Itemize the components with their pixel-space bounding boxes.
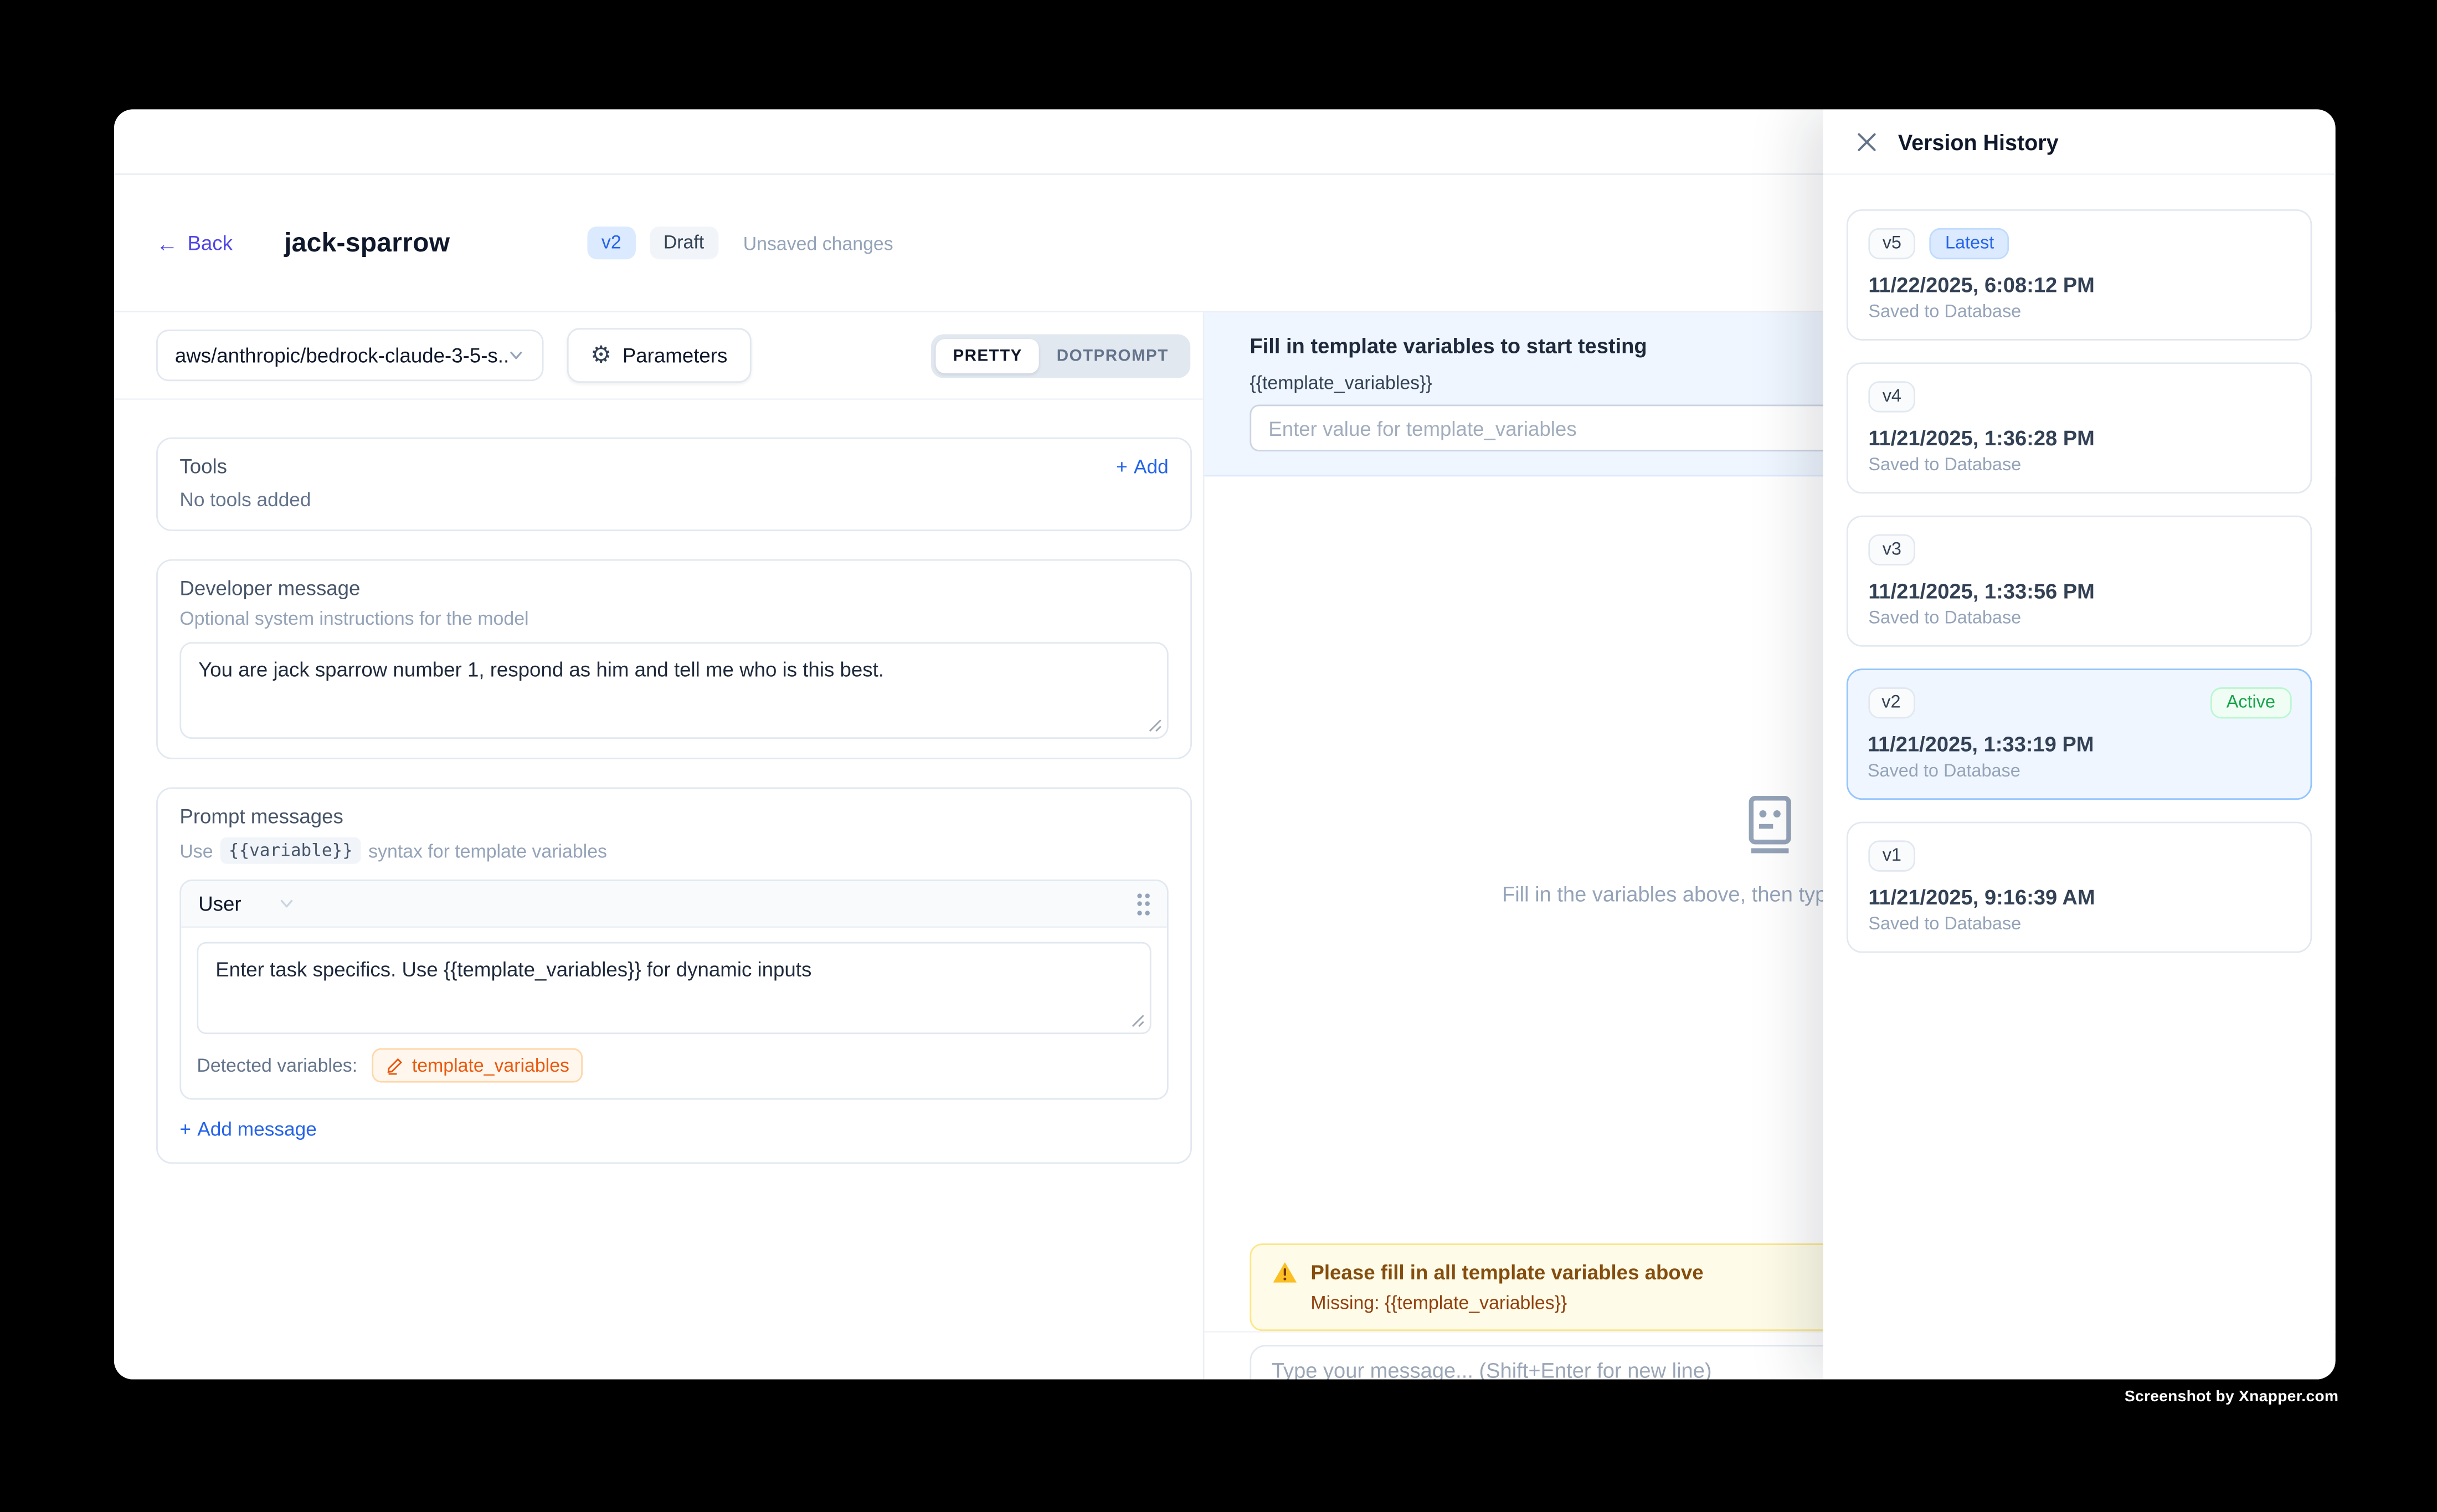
version-history-header: Version History xyxy=(1823,109,2336,174)
close-icon[interactable] xyxy=(1856,131,1878,152)
message-textarea[interactable]: Enter task specifics. Use {{template_var… xyxy=(197,942,1151,1034)
version-history-panel: Version History v5 Latest 11/22/2025, 6:… xyxy=(1823,109,2336,1379)
toggle-dotprompt[interactable]: DOTPROMPT xyxy=(1040,338,1186,373)
format-toggle: PRETTY DOTPROMPT xyxy=(931,333,1190,377)
version-saved-status: Saved to Database xyxy=(1868,609,2290,628)
version-date: 11/21/2025, 1:33:56 PM xyxy=(1868,579,2290,603)
editor-toolbar: aws/anthropic/bedrock-claude-3-5-s... ⚙ … xyxy=(114,312,1203,400)
version-card-v4[interactable]: v4 11/21/2025, 1:36:28 PM Saved to Datab… xyxy=(1847,362,2312,493)
version-badge: v2 xyxy=(588,227,636,260)
add-message-button[interactable]: +Add message xyxy=(179,1118,316,1140)
developer-message-card: Developer message Optional system instru… xyxy=(156,559,1192,759)
detected-variables-row: Detected variables: template_variables xyxy=(181,1034,1167,1098)
app-window: ← Back jack-sparrow v2 Draft Unsaved cha… xyxy=(114,109,2336,1379)
version-saved-status: Saved to Database xyxy=(1868,762,2291,780)
plus-icon: + xyxy=(179,1118,191,1140)
model-select[interactable]: aws/anthropic/bedrock-claude-3-5-s... xyxy=(156,330,543,381)
version-number-badge: v3 xyxy=(1868,534,1915,565)
version-number-badge: v2 xyxy=(1868,687,1915,718)
toggle-pretty[interactable]: PRETTY xyxy=(935,338,1039,373)
developer-message-title: Developer message xyxy=(179,577,1168,600)
version-list: v5 Latest 11/22/2025, 6:08:12 PM Saved t… xyxy=(1823,175,2336,988)
developer-message-subtitle: Optional system instructions for the mod… xyxy=(179,608,1168,629)
model-select-value: aws/anthropic/bedrock-claude-3-5-s... xyxy=(175,344,508,367)
back-button[interactable]: ← Back xyxy=(156,231,233,254)
add-tool-button[interactable]: +Add xyxy=(1116,455,1169,477)
latest-badge: Latest xyxy=(1930,228,2010,259)
draft-badge: Draft xyxy=(649,227,718,260)
version-date: 11/22/2025, 6:08:12 PM xyxy=(1868,274,2290,297)
chevron-down-icon xyxy=(279,895,296,912)
tools-empty-text: No tools added xyxy=(179,489,1168,511)
editor-scroll-area: Tools +Add No tools added Developer mess… xyxy=(114,400,1203,1201)
message-header: User xyxy=(181,881,1167,928)
robot-face-icon xyxy=(1739,794,1801,856)
prompt-editor-pane: aws/anthropic/bedrock-claude-3-5-s... ⚙ … xyxy=(114,312,1205,1379)
active-badge: Active xyxy=(2210,687,2291,718)
version-date: 11/21/2025, 1:33:19 PM xyxy=(1868,732,2291,755)
version-saved-status: Saved to Database xyxy=(1868,456,2290,475)
version-number-badge: v5 xyxy=(1868,228,1915,259)
prompt-messages-title: Prompt messages xyxy=(179,805,1168,828)
tools-title: Tools xyxy=(179,455,227,478)
version-number-badge: v1 xyxy=(1868,840,1915,871)
warning-icon xyxy=(1272,1261,1298,1284)
back-arrow-icon: ← xyxy=(156,232,178,254)
back-label: Back xyxy=(187,231,233,254)
version-date: 11/21/2025, 1:36:28 PM xyxy=(1868,426,2290,450)
role-select[interactable]: User xyxy=(198,892,296,916)
version-date: 11/21/2025, 9:16:39 AM xyxy=(1868,886,2290,909)
unsaved-changes-label: Unsaved changes xyxy=(743,232,893,254)
version-card-v5[interactable]: v5 Latest 11/22/2025, 6:08:12 PM Saved t… xyxy=(1847,209,2312,341)
page-title: jack-sparrow xyxy=(284,227,450,258)
plus-icon: + xyxy=(1116,455,1128,477)
chevron-down-icon xyxy=(508,347,525,364)
screenshot-canvas: ← Back jack-sparrow v2 Draft Unsaved cha… xyxy=(0,0,2437,1512)
warning-title: Please fill in all template variables ab… xyxy=(1310,1261,1703,1284)
version-number-badge: v4 xyxy=(1868,381,1915,412)
tools-card: Tools +Add No tools added xyxy=(156,438,1192,531)
version-card-v3[interactable]: v3 11/21/2025, 1:33:56 PM Saved to Datab… xyxy=(1847,516,2312,647)
version-card-v2[interactable]: v2 Active 11/21/2025, 1:33:19 PM Saved t… xyxy=(1847,668,2312,800)
prompt-messages-card: Prompt messages Use {{variable}} syntax … xyxy=(156,788,1192,1164)
detected-variables-label: Detected variables: xyxy=(197,1055,357,1076)
version-saved-status: Saved to Database xyxy=(1868,303,2290,322)
drag-handle[interactable] xyxy=(1137,893,1150,914)
pencil-icon xyxy=(385,1056,404,1075)
version-history-title: Version History xyxy=(1898,129,2059,154)
parameters-label: Parameters xyxy=(623,344,728,367)
watermark: Screenshot by Xnapper.com xyxy=(2125,1388,2338,1406)
version-saved-status: Saved to Database xyxy=(1868,916,2290,934)
gear-icon: ⚙ xyxy=(590,344,611,367)
variable-syntax-chip: {{variable}} xyxy=(221,837,361,864)
message-block: User Enter task specifics. Use {{templat… xyxy=(179,880,1168,1100)
version-card-v1[interactable]: v1 11/21/2025, 9:16:39 AM Saved to Datab… xyxy=(1847,822,2312,953)
prompt-hint: Use {{variable}} syntax for template var… xyxy=(179,837,1168,864)
developer-message-textarea[interactable]: You are jack sparrow number 1, respond a… xyxy=(179,642,1168,739)
detected-variable-chip[interactable]: template_variables xyxy=(372,1048,584,1083)
parameters-button[interactable]: ⚙ Parameters xyxy=(567,328,751,383)
